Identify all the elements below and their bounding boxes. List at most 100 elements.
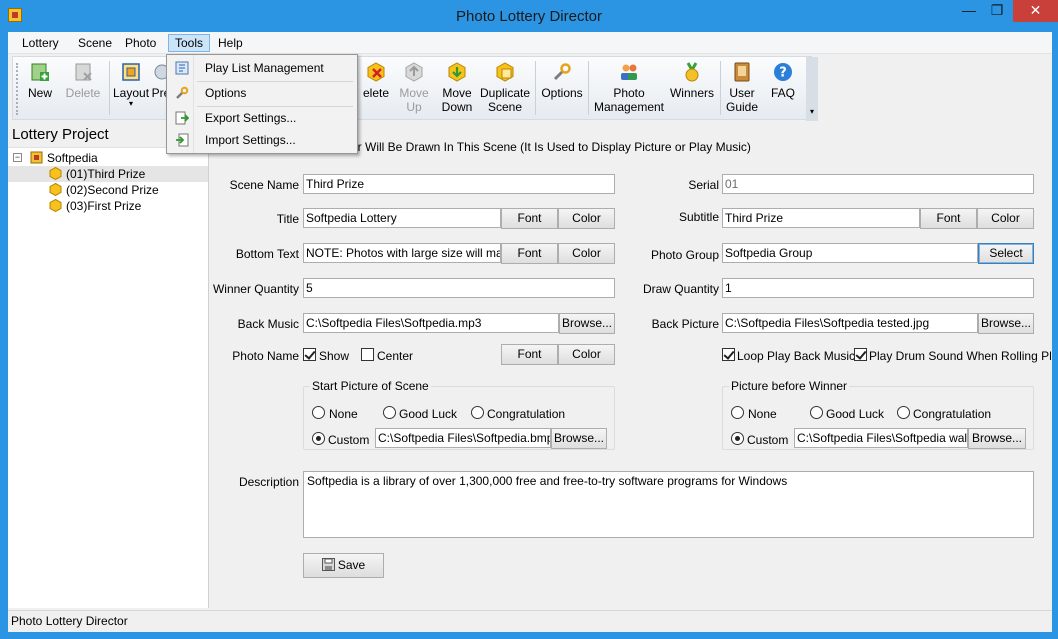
medal-icon xyxy=(685,62,699,82)
move-down-icon xyxy=(448,62,466,82)
maximize-button[interactable]: ❐ xyxy=(983,0,1011,22)
center-label: Center xyxy=(377,349,414,363)
project-tree-panel: Lottery Project − Softpedia (01)Third Pr… xyxy=(8,122,209,608)
center-checkbox[interactable] xyxy=(361,348,374,361)
drum-sound-checkbox[interactable] xyxy=(854,348,867,361)
menu-item-export-settings[interactable]: Export Settings... xyxy=(169,107,355,129)
faq-button[interactable]: ? FAQ xyxy=(765,61,801,119)
draw-quantity-input[interactable]: 1 xyxy=(722,278,1034,298)
winner-congratulation-radio[interactable] xyxy=(897,406,910,419)
menu-photo[interactable]: Photo xyxy=(119,34,162,52)
subtitle-font-button[interactable]: Font xyxy=(920,208,977,229)
save-button[interactable]: Save xyxy=(303,553,384,578)
move-up-icon xyxy=(405,62,423,82)
winner-quantity-label: Winner Quantity xyxy=(212,282,299,296)
title-bar[interactable]: Photo Lottery Director — ❐ ✕ xyxy=(0,0,1058,32)
toolbar-separator xyxy=(109,61,110,115)
scene-icon xyxy=(49,183,62,196)
delete-scene-icon xyxy=(75,63,92,81)
photo-name-font-button[interactable]: Font xyxy=(501,344,558,365)
title-label: Title xyxy=(276,212,299,226)
user-guide-button[interactable]: User Guide xyxy=(723,61,761,119)
scene-name-label: Scene Name xyxy=(229,178,299,192)
layout-button[interactable]: Layout ▾ xyxy=(113,61,149,119)
loop-music-checkbox[interactable] xyxy=(722,348,735,361)
bottom-text-input[interactable]: NOTE: Photos with large size will make p xyxy=(303,243,501,263)
serial-label: Serial xyxy=(688,178,719,192)
loop-music-label: Loop Play Back Music xyxy=(737,349,856,363)
scene-name-input[interactable]: Third Prize xyxy=(303,174,615,194)
wrench-icon xyxy=(553,63,571,81)
back-picture-input[interactable]: C:\Softpedia Files\Softpedia tested.jpg xyxy=(722,313,978,333)
tree-item-second-prize[interactable]: (02)Second Prize xyxy=(8,182,208,198)
floppy-disk-icon xyxy=(321,558,335,571)
move-down-button[interactable]: Move Down xyxy=(435,61,479,119)
duplicate-scene-button[interactable]: Duplicate Scene xyxy=(477,61,533,119)
tree-item-first-prize[interactable]: (03)First Prize xyxy=(8,198,208,214)
show-checkbox[interactable] xyxy=(303,348,316,361)
winners-button[interactable]: Winners xyxy=(667,61,717,119)
photo-group-label: Photo Group xyxy=(650,248,719,262)
start-none-radio[interactable] xyxy=(312,406,325,419)
show-label: Show xyxy=(319,349,350,363)
menu-tools[interactable]: Tools xyxy=(168,34,211,52)
tree-item-third-prize[interactable]: (01)Third Prize xyxy=(8,166,208,182)
toolbar-separator xyxy=(720,61,721,115)
menu-scene[interactable]: Scene xyxy=(72,34,118,52)
client-area: Lottery Scene Photo Tools Help New Delet… xyxy=(8,32,1052,632)
menu-item-play-list[interactable]: Play List Management xyxy=(169,57,355,79)
photo-name-color-button[interactable]: Color xyxy=(558,344,615,365)
start-good-luck-radio[interactable] xyxy=(383,406,396,419)
start-congratulation-label: Congratulation xyxy=(487,407,566,421)
delete-button[interactable]: Delete xyxy=(63,61,103,119)
toolbar-overflow-button[interactable]: ▾ xyxy=(806,57,818,121)
draw-quantity-label: Draw Quantity xyxy=(642,282,719,296)
serial-input[interactable]: 01 xyxy=(722,174,1034,194)
winner-browse-button[interactable]: Browse... xyxy=(968,428,1026,449)
move-up-button[interactable]: Move Up xyxy=(395,61,433,119)
start-custom-radio[interactable] xyxy=(312,432,325,445)
description-label: Description xyxy=(238,475,299,489)
winner-none-radio[interactable] xyxy=(731,406,744,419)
close-button[interactable]: ✕ xyxy=(1013,0,1058,22)
bottom-color-button[interactable]: Color xyxy=(558,243,615,264)
import-icon xyxy=(176,133,189,147)
collapse-icon[interactable]: − xyxy=(13,153,22,162)
menu-item-options[interactable]: Options xyxy=(169,82,355,104)
photo-group-input[interactable]: Softpedia Group xyxy=(722,243,978,263)
menu-item-import-settings[interactable]: Import Settings... xyxy=(169,129,355,151)
start-browse-button[interactable]: Browse... xyxy=(551,428,607,449)
title-font-button[interactable]: Font xyxy=(501,208,558,229)
book-icon xyxy=(734,62,750,82)
bottom-text-label: Bottom Text xyxy=(235,247,299,261)
minimize-button[interactable]: — xyxy=(955,0,983,22)
back-music-input[interactable]: C:\Softpedia Files\Softpedia.mp3 xyxy=(303,313,559,333)
subtitle-color-button[interactable]: Color xyxy=(977,208,1034,229)
options-button[interactable]: Options xyxy=(539,61,585,119)
start-picture-group: Start Picture of Scene None Good Luck Co… xyxy=(303,379,615,450)
start-congratulation-radio[interactable] xyxy=(471,406,484,419)
subtitle-label: Subtitle xyxy=(678,210,719,224)
winner-quantity-input[interactable]: 5 xyxy=(303,278,615,298)
playlist-icon xyxy=(175,61,189,75)
music-browse-button[interactable]: Browse... xyxy=(559,313,615,334)
toolbar-grip[interactable] xyxy=(16,63,19,115)
photo-management-button[interactable]: Photo Management xyxy=(593,61,665,119)
start-custom-input[interactable]: C:\Softpedia Files\Softpedia.bmp xyxy=(375,428,551,448)
description-textarea[interactable]: Softpedia is a library of over 1,300,000… xyxy=(303,471,1034,538)
bottom-font-button[interactable]: Font xyxy=(501,243,558,264)
delete-photo-button[interactable]: elete xyxy=(359,61,393,119)
winner-good-luck-radio[interactable] xyxy=(810,406,823,419)
subtitle-input[interactable]: Third Prize xyxy=(722,208,920,228)
menu-lottery[interactable]: Lottery xyxy=(16,34,65,52)
title-input[interactable]: Softpedia Lottery xyxy=(303,208,501,228)
menu-help[interactable]: Help xyxy=(212,34,249,52)
winner-custom-radio[interactable] xyxy=(731,432,744,445)
start-good-luck-label: Good Luck xyxy=(399,407,458,421)
new-button[interactable]: New xyxy=(25,61,55,119)
title-color-button[interactable]: Color xyxy=(558,208,615,229)
picture-browse-button[interactable]: Browse... xyxy=(978,313,1034,334)
winner-custom-input[interactable]: C:\Softpedia Files\Softpedia wallpaper xyxy=(794,428,968,448)
select-group-button[interactable]: Select xyxy=(978,243,1034,264)
winner-good-luck-label: Good Luck xyxy=(826,407,885,421)
